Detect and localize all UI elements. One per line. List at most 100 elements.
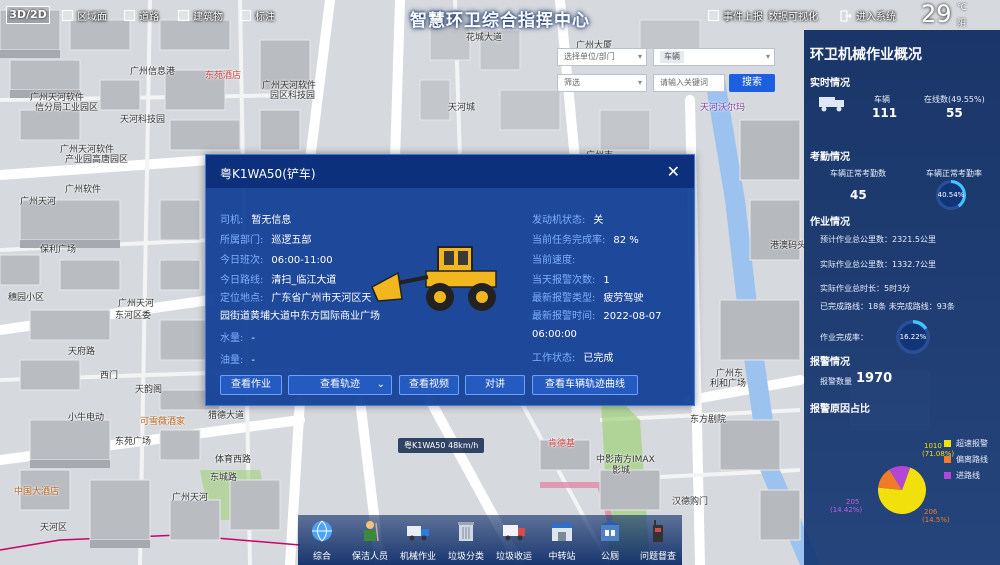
event-report-toggle[interactable]: 事件上报 <box>708 8 763 23</box>
filter-select[interactable]: 筛选 ▾ <box>557 74 647 92</box>
dock-item[interactable]: 垃圾收运 <box>490 515 538 565</box>
checkbox-icon[interactable] <box>240 10 251 21</box>
layer-label-label: 标注 <box>255 12 275 23</box>
map-poi-label[interactable]: 东河区委 <box>115 308 151 321</box>
map-poi-label[interactable]: 天河沃尔玛 <box>700 100 745 113</box>
info-key: 司机: <box>220 215 244 226</box>
map-poi-label[interactable]: 穗园小区 <box>8 290 44 303</box>
intercom-button[interactable]: 对讲 <box>465 375 525 395</box>
type-tag[interactable]: 车辆 <box>660 51 684 63</box>
layer-checkbox-label[interactable]: 标注 <box>240 8 275 23</box>
map-poi-label[interactable]: 天河区 <box>40 520 67 533</box>
view-track-curve-button[interactable]: 查看车辆轨迹曲线 <box>532 375 638 395</box>
dock-item[interactable]: 机械作业 <box>394 515 442 565</box>
data-viz-link[interactable]: 数据可视化 <box>768 8 818 23</box>
keyword-input[interactable]: 请输入关键词 <box>653 74 725 92</box>
map-poi-label[interactable]: 信分局工业园区 <box>35 100 98 113</box>
info-value: 关 <box>593 215 604 226</box>
close-icon[interactable]: ✕ <box>667 162 680 181</box>
dock-item[interactable]: 问题督查 <box>634 515 682 565</box>
map-poi-label[interactable]: 广州东 <box>716 366 743 379</box>
filter-label: 筛选 <box>564 78 580 87</box>
info-value: 巡逻五部 <box>271 235 312 246</box>
view-track-select[interactable]: 查看轨迹 ⌄ <box>288 375 392 395</box>
map-poi-label[interactable]: 肯德基 <box>548 436 575 449</box>
checkbox-icon[interactable] <box>708 10 719 21</box>
dock-item[interactable]: 垃圾分类 <box>442 515 490 565</box>
online-label: 在线数(49.55%) <box>924 95 985 104</box>
map-poi-label[interactable]: 天府路 <box>68 344 95 357</box>
map-poi-label[interactable]: 猎德大道 <box>208 408 244 421</box>
map-poi-label[interactable]: 西门 <box>100 368 118 381</box>
worker-icon <box>364 521 379 542</box>
map-poi-label[interactable]: 产业园高唐园区 <box>65 152 128 165</box>
legend-swatch <box>944 456 951 463</box>
info-value: 1 <box>603 275 610 286</box>
mode-toggle-button[interactable]: 3D/2D <box>6 6 50 24</box>
info-key: 当前任务完成率: <box>532 235 606 246</box>
checkbox-icon[interactable] <box>178 10 189 21</box>
info-row: 当前速度: <box>532 251 583 266</box>
weather-condition: 阴 <box>957 19 967 29</box>
info-key: 油量: <box>220 355 244 366</box>
layer-checkbox-building[interactable]: 建筑物 <box>178 8 223 23</box>
globe-icon <box>312 520 332 542</box>
dock-item[interactable]: 综合 <box>298 515 346 565</box>
map-poi-label[interactable]: 广州天河 <box>20 194 56 207</box>
vehicle-detail-dialog: 粤K1WA50(铲车) ✕ 司机: 暂无信息 所属部门: 巡逻五部 今日班次: 06:00… <box>205 154 695 406</box>
info-value: 广东省广州市天河区天 <box>271 293 372 304</box>
info-row: 最新报警类型: 疲劳驾驶 <box>532 289 643 304</box>
info-row: 06:00:00 <box>532 329 577 340</box>
map-poi-label[interactable]: 小牛电动 <box>68 410 104 423</box>
dialog-title: 粤K1WA50(铲车) <box>220 167 316 181</box>
search-button[interactable]: 搜索 <box>729 74 775 92</box>
info-key: 当天报警次数: <box>532 275 596 286</box>
dock-item[interactable]: 中转站 <box>538 515 586 565</box>
map-poi-label[interactable]: 中国大酒店 <box>14 484 59 497</box>
layer-checkbox-area[interactable]: 区域面 <box>62 8 107 23</box>
map-poi-label[interactable]: 天河城 <box>448 100 475 113</box>
online-count: 55 <box>946 106 963 120</box>
map-poi-label[interactable]: 东苑酒店 <box>205 68 241 81</box>
checkbox-icon[interactable] <box>124 10 135 21</box>
unit-select[interactable]: 选择单位/部门 ▾ <box>557 48 647 66</box>
map-poi-label[interactable]: 保利广场 <box>40 242 76 255</box>
map-poi-label[interactable]: 东苑广场 <box>115 434 151 447</box>
map-poi-label[interactable]: 广州天河 <box>172 490 208 503</box>
info-row: 发动机状态: 关 <box>532 211 603 226</box>
map-poi-label[interactable]: 港澳码头 <box>770 238 806 251</box>
layer-checkbox-road[interactable]: 道路 <box>124 8 159 23</box>
map-poi-label[interactable]: 天韵阁 <box>135 382 162 395</box>
type-select[interactable]: 车辆 ▾ <box>653 48 775 66</box>
map-poi-label[interactable]: 花城大道 <box>466 30 502 43</box>
dock-item[interactable]: 保洁人员 <box>346 515 394 565</box>
work-rate-label: 作业完成率： <box>820 333 868 342</box>
vehicle-speed-label[interactable]: 粤K1WA50 48km/h <box>398 438 485 453</box>
enter-system-button[interactable]: 进入系统 <box>840 8 896 23</box>
map-poi-label[interactable]: 可雪薇酒家 <box>140 414 185 427</box>
map-poi-label[interactable]: 东城路 <box>210 470 237 483</box>
info-row: 园街道黄埔大道中东方国际商业广场 <box>220 307 380 322</box>
map-poi-label[interactable]: 东方剧院 <box>690 412 726 425</box>
map-poi-label[interactable]: 体育西路 <box>215 452 251 465</box>
view-video-button[interactable]: 查看视频 <box>399 375 459 395</box>
alarm-reasons-heading: 报警原因占比 <box>810 404 870 415</box>
view-work-button[interactable]: 查看作业 <box>220 375 282 395</box>
map-poi-label[interactable]: 天河科技园 <box>120 112 165 125</box>
map-poi-label[interactable]: 汉德购门 <box>672 494 708 507</box>
map-poi-label[interactable]: 影城 <box>612 463 630 476</box>
page-title: 智慧环卫综合指挥中心 <box>410 11 590 31</box>
map-poi-label[interactable]: 广州信息港 <box>130 64 175 77</box>
map-poi-label[interactable]: 园区科技园 <box>270 88 315 101</box>
info-key: 发动机状态: <box>532 215 586 226</box>
legend-label: 超速报警 <box>956 439 988 448</box>
event-report-label: 事件上报 <box>723 12 763 23</box>
keyword-placeholder: 请输入关键词 <box>660 78 708 87</box>
pie-label-bottom: 206 <box>924 508 938 516</box>
pie-label-left: 205 <box>846 498 860 506</box>
map-poi-label[interactable]: 广州软件 <box>65 182 101 195</box>
info-value: 暂无信息 <box>251 215 292 226</box>
checkbox-icon[interactable] <box>62 10 73 21</box>
dock-item[interactable]: 公厕 <box>586 515 634 565</box>
work-planned: 预计作业总公里数：2321.5公里 <box>820 235 936 244</box>
